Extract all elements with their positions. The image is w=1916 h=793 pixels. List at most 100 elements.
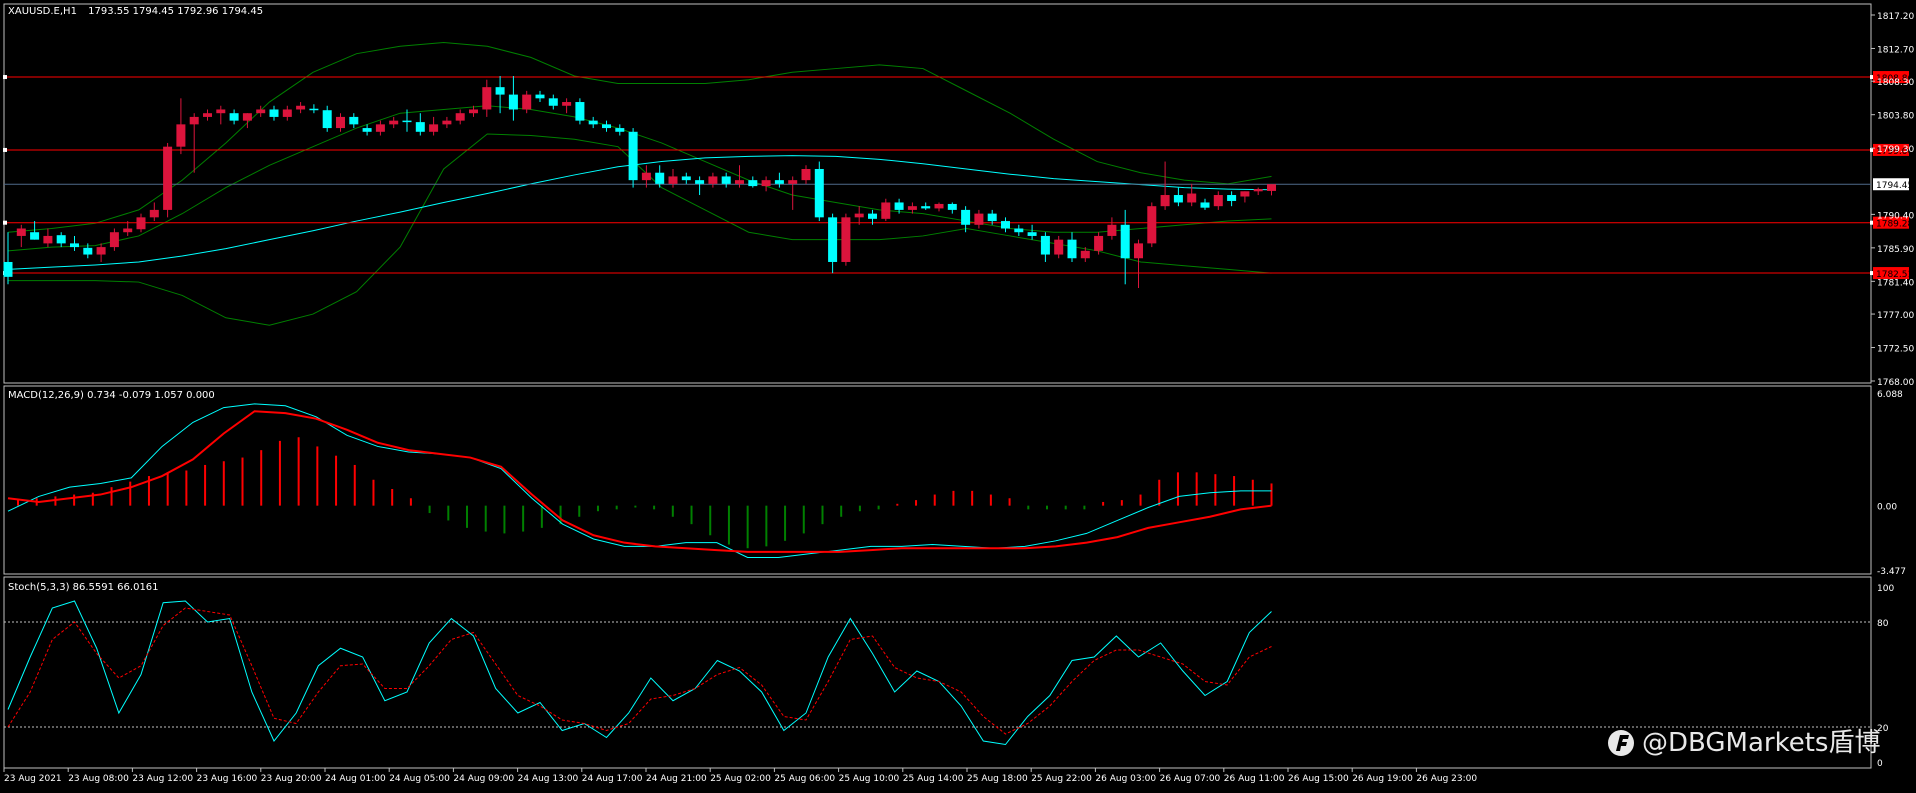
candle-body-71 [947,203,957,210]
time-label-6: 24 Aug 05:00 [389,774,450,784]
candle-body-85 [1134,243,1143,259]
price-tick-label-11: 1768.00 [1877,378,1914,388]
time-label-14: 25 Aug 14:00 [903,774,964,784]
macd-tick-label-1: 0.00 [1877,503,1897,513]
time-label-3: 23 Aug 16:00 [197,774,258,784]
candle-body-91 [1213,195,1223,207]
candle-body-7 [96,247,106,255]
stoch-tick-label-3: 0 [1877,759,1883,769]
candle-body-33 [442,120,452,125]
candle-body-87 [1160,195,1170,207]
candle-body-12 [163,146,173,210]
price-tick-label-7: 1785.90 [1877,245,1914,255]
candle-body-24 [322,110,332,129]
time-label-13: 25 Aug 10:00 [839,774,900,784]
candle-body-5 [70,243,79,248]
time-label-8: 24 Aug 13:00 [518,774,579,784]
candle-body-47 [628,131,638,181]
candle-body-89 [1187,193,1197,203]
candle-body-65 [868,213,877,219]
time-label-19: 26 Aug 11:00 [1224,774,1285,784]
candle-body-28 [375,124,385,132]
candle-body-83 [1107,224,1117,236]
candle-body-10 [136,217,146,230]
candle-body-79 [1054,239,1064,255]
candle-body-53 [708,176,718,184]
candle-body-11 [149,209,159,218]
candle-body-84 [1120,224,1130,259]
candle-body-6 [83,247,93,255]
price-tick-label-10: 1772.50 [1877,345,1914,355]
candle-body-20 [269,109,279,117]
candle-body-31 [415,122,425,132]
candle-body-66 [881,202,891,219]
candle-body-37 [495,87,505,95]
time-label-9: 24 Aug 17:00 [582,774,643,784]
watermark-text: @DBGMarkets盾博 [1642,728,1880,758]
stoch-tick-label-0: 100 [1877,584,1894,594]
candle-body-52 [695,180,705,184]
candle-body-55 [735,180,744,184]
candle-body-61 [814,168,824,218]
watermark: @DBGMarkets盾博 [1608,728,1880,758]
candle-body-92 [1227,195,1237,201]
candle-body-39 [522,94,532,110]
macd-header: MACD(12,26,9) 0.734 -0.079 1.057 0.000 [8,390,215,401]
chart-svg: 1808.861799.061789.281782.511794.451817.… [0,0,1916,789]
candle-body-54 [721,176,731,184]
candle-body-62 [828,217,838,262]
candle-body-41 [548,98,558,106]
symbol-header: XAUUSD.E,H1 1793.55 1794.45 1792.96 1794… [8,6,263,17]
candle-body-68 [907,206,917,210]
candle-body-32 [429,124,439,132]
time-label-12: 25 Aug 06:00 [774,774,835,784]
price-tick-label-3: 1803.80 [1877,112,1914,122]
candle-body-44 [588,120,598,125]
candle-body-17 [229,113,239,121]
candle-body-48 [641,172,651,181]
stoch-header: Stoch(5,3,3) 86.5591 66.0161 [8,582,159,593]
candle-body-27 [362,128,372,132]
candle-body-35 [469,109,478,114]
macd-tick-label-2: -3.477 [1877,567,1906,577]
candle-body-34 [455,113,465,121]
candle-body-45 [602,124,611,129]
candle-body-88 [1173,195,1183,203]
candle-body-29 [389,120,399,125]
candle-body-16 [216,109,226,114]
candle-body-75 [1001,221,1010,229]
candle-body-76 [1014,228,1024,233]
candle-body-18 [242,113,252,121]
price-tick-label-1: 1812.70 [1877,45,1914,55]
candle-body-30 [402,120,412,123]
time-label-11: 25 Aug 02:00 [710,774,771,784]
candle-body-82 [1094,235,1104,251]
candle-body-26 [349,116,359,125]
candle-body-64 [854,213,864,218]
candle-body-93 [1240,191,1250,197]
stoch-tick-label-1: 80 [1877,619,1889,629]
candle-body-43 [575,102,585,121]
candle-body-81 [1080,250,1090,259]
time-label-1: 23 Aug 08:00 [68,774,129,784]
candle-body-86 [1147,206,1157,244]
candle-body-22 [296,105,306,110]
candle-body-25 [336,116,345,129]
candle-body-19 [256,109,266,114]
trading-chart: 1808.86 1799.06 1789.28 1782.51 1794.45 1817.… [0,0,1916,789]
bid-price-label: 1794.45 [1876,181,1913,191]
candle-body-13 [176,124,186,147]
candle-body-78 [1040,235,1050,255]
horizontal-line-handle-0 [3,75,7,80]
time-label-10: 24 Aug 21:00 [646,774,707,784]
time-label-15: 25 Aug 18:00 [967,774,1028,784]
candle-body-94 [1253,189,1263,192]
candle-body-60 [801,168,811,181]
candle-body-36 [482,87,492,110]
candle-body-1 [16,228,26,236]
candle-body-23 [309,108,319,111]
time-label-22: 26 Aug 23:00 [1416,774,1477,784]
candle-body-9 [123,228,133,233]
candle-body-69 [921,206,931,209]
price-tick-label-2: 1808.30 [1877,78,1914,88]
